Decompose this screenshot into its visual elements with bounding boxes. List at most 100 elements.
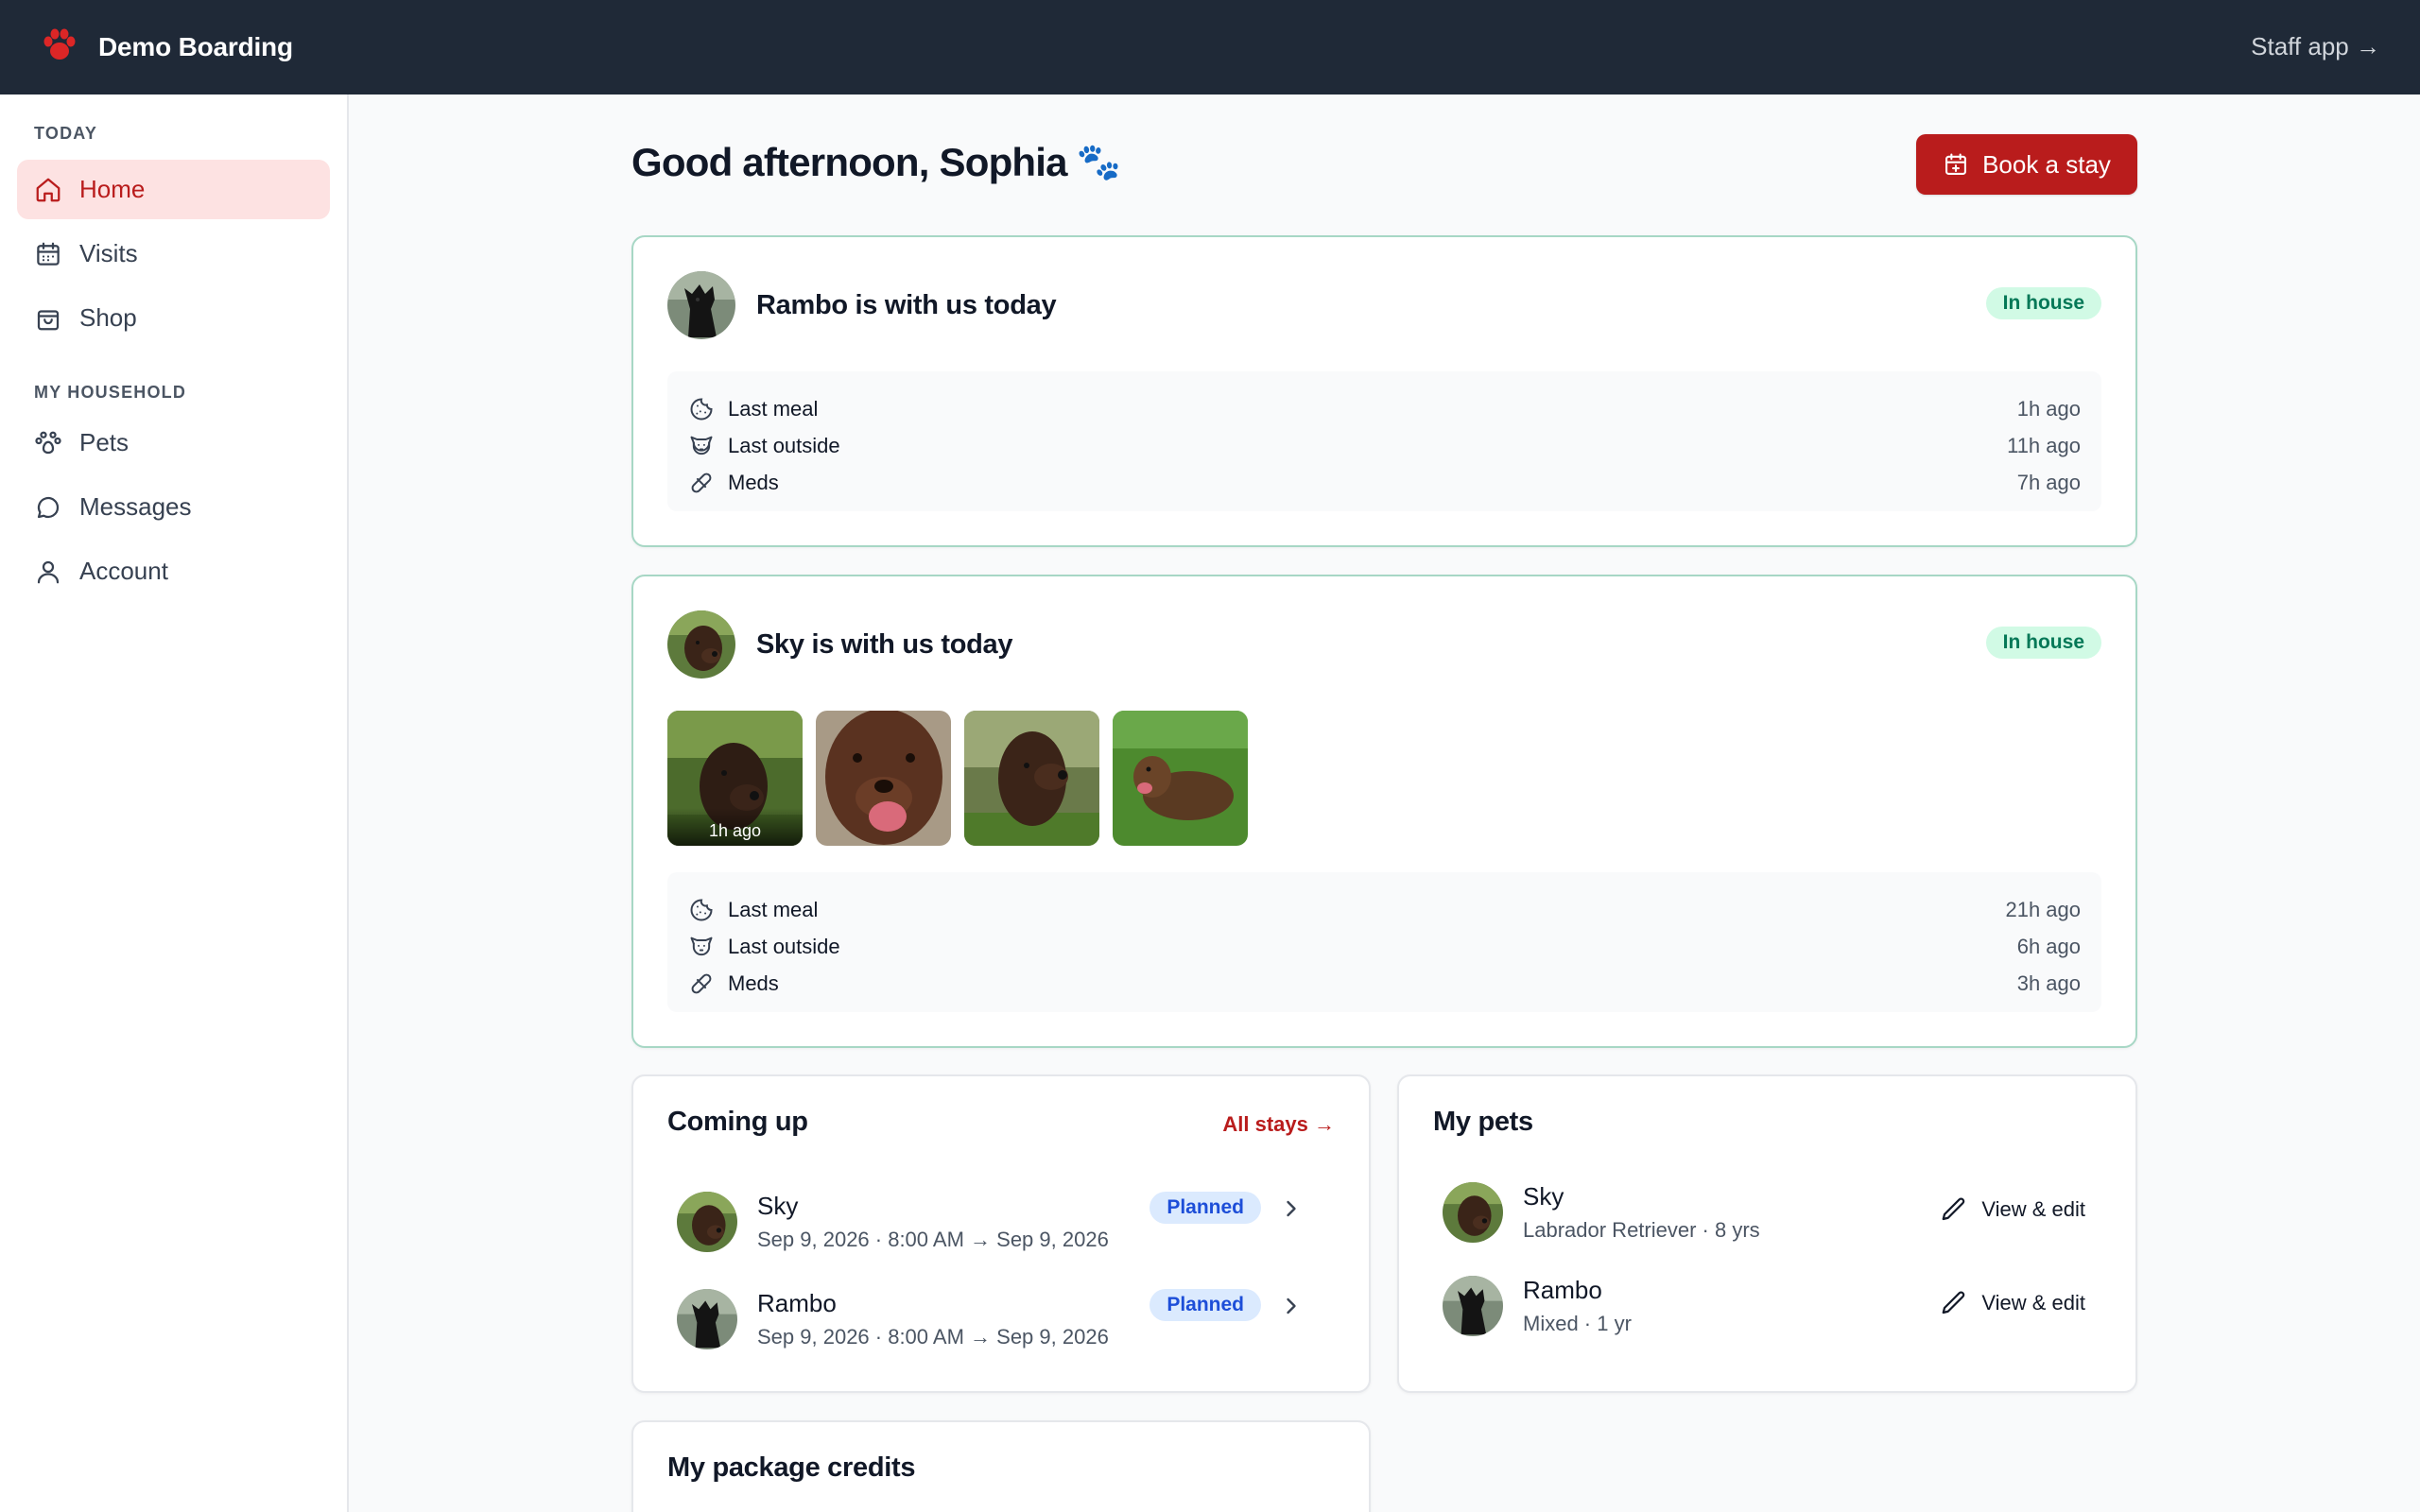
status-badge: In house (1985, 627, 2101, 659)
brand-name: Demo Boarding (98, 32, 293, 61)
stay-dates: Sep 9, 2026 · 8:00 AM → Sep 9, 2026 (757, 1325, 1109, 1349)
cookie-icon (690, 398, 713, 420)
pet-name: Rambo (1523, 1276, 1602, 1304)
view-edit-button[interactable]: View & edit (1940, 1289, 2085, 1317)
sidebar-item-pets[interactable]: Pets (17, 413, 330, 472)
photo-caption: 1h ago (667, 808, 803, 846)
pencil-icon (1942, 1197, 1965, 1221)
sidebar-item-label: Home (79, 175, 146, 203)
stay-title: Sky is with us today (756, 628, 1013, 660)
stat-label: Last outside (728, 433, 840, 457)
sky-avatar (667, 610, 735, 679)
sidebar-item-label: Account (79, 557, 168, 585)
shopping-bag-icon (37, 309, 60, 330)
status-badge: Planned (1150, 1289, 1261, 1321)
calendar-plus-icon (1945, 153, 1967, 175)
stat-meds: Meds 7h ago (688, 464, 2081, 501)
sidebar-item-home[interactable]: Home (17, 160, 330, 219)
stat-last-meal: Last meal 1h ago (688, 390, 2081, 427)
stat-value: 21h ago (2005, 897, 2081, 921)
sidebar-section-household: MY HOUSEHOLD (34, 383, 187, 402)
stat-label: Last meal (728, 396, 819, 421)
pencil-icon (1942, 1291, 1965, 1314)
photo-thumbnail[interactable]: 1h ago (667, 711, 803, 846)
sidebar: TODAY Home Visits Shop MY HOUSEHOLD Pets… (0, 94, 349, 1512)
photo-gallery: 1h ago (667, 711, 1248, 846)
card-header: Rambo is with us today (667, 271, 1057, 339)
all-stays-link[interactable]: All stays → (1222, 1112, 1335, 1137)
stat-value: 3h ago (2016, 971, 2081, 995)
sidebar-item-label: Messages (79, 492, 192, 521)
book-stay-label: Book a stay (1982, 149, 2111, 179)
photo-thumbnail[interactable] (964, 711, 1099, 846)
list-item[interactable]: Rambo Sep 9, 2026 · 8:00 AM → Sep 9, 202… (677, 1281, 1320, 1357)
status-badge: In house (1985, 287, 2101, 319)
user-icon (37, 560, 60, 583)
pill-icon (691, 973, 712, 993)
paw-logo-icon (42, 28, 78, 67)
brand[interactable]: Demo Boarding (42, 28, 293, 67)
stay-card-sky: Sky is with us today In house 1h ago Las… (631, 575, 2137, 1048)
sidebar-item-label: Shop (79, 303, 137, 332)
rambo-avatar (677, 1289, 737, 1349)
pet-item-sky: Sky Labrador Retriever · 8 yrs View & ed… (1443, 1182, 2095, 1258)
stat-value: 11h ago (2007, 433, 2081, 457)
dog-icon (690, 436, 713, 455)
view-edit-button[interactable]: View & edit (1940, 1195, 2085, 1224)
stat-value: 7h ago (2016, 470, 2081, 494)
section-title: My pets (1433, 1107, 1533, 1137)
my-pets-card: My pets Sky Labrador Retriever · 8 yrs V… (1397, 1074, 2137, 1393)
care-stats: Last meal 21h ago Last outside 6h ago Me… (667, 872, 2101, 1012)
top-bar: Demo Boarding Staff app → (0, 0, 2420, 94)
chat-icon (37, 496, 60, 518)
stat-value: 6h ago (2016, 934, 2081, 958)
chevron-right-icon (1287, 1200, 1296, 1217)
sidebar-item-visits[interactable]: Visits (17, 224, 330, 284)
stat-label: Last outside (728, 934, 840, 958)
calendar-icon (37, 242, 60, 266)
view-edit-label: View & edit (1981, 1291, 2085, 1314)
sidebar-item-label: Pets (79, 428, 130, 456)
section-title: My package credits (667, 1452, 916, 1483)
sky-avatar (1443, 1182, 1503, 1243)
card-header: Sky is with us today (667, 610, 1012, 679)
package-credits-card: My package credits (631, 1420, 1371, 1512)
stat-label: Meds (728, 971, 779, 995)
photo-thumbnail[interactable] (1113, 711, 1248, 846)
paw-emoji: 🐾 (1076, 143, 1121, 182)
rambo-avatar (1443, 1276, 1503, 1336)
care-stats: Last meal 1h ago Last outside 11h ago Me… (667, 371, 2101, 511)
sidebar-item-account[interactable]: Account (17, 541, 330, 601)
stay-card-rambo: Rambo is with us today In house Last mea… (631, 235, 2137, 547)
home-icon (36, 178, 60, 201)
dog-icon (690, 936, 713, 955)
book-stay-button[interactable]: Book a stay (1916, 134, 2137, 195)
sidebar-item-label: Visits (79, 239, 138, 267)
chevron-right-icon (1287, 1297, 1296, 1314)
paw-icon (35, 431, 61, 454)
coming-up-card: Coming up All stays → Sky Sep 9, 2026 · … (631, 1074, 1371, 1393)
cookie-icon (690, 899, 713, 920)
status-badge: Planned (1150, 1192, 1261, 1224)
stat-label: Last meal (728, 897, 819, 921)
sidebar-item-messages[interactable]: Messages (17, 477, 330, 537)
greeting-text: Good afternoon, Sophia (631, 140, 1068, 184)
pet-name: Sky (1523, 1182, 1564, 1211)
stat-value: 1h ago (2016, 396, 2081, 421)
rambo-avatar (667, 271, 735, 339)
stay-dates: Sep 9, 2026 · 8:00 AM → Sep 9, 2026 (757, 1228, 1109, 1251)
pet-item-rambo: Rambo Mixed · 1 yr View & edit (1443, 1276, 2095, 1351)
pet-details: Labrador Retriever · 8 yrs (1523, 1218, 1760, 1242)
stay-title: Rambo is with us today (756, 289, 1057, 320)
view-edit-label: View & edit (1981, 1197, 2085, 1221)
stat-last-outside: Last outside 6h ago (688, 928, 2081, 965)
stat-last-meal: Last meal 21h ago (688, 891, 2081, 928)
staff-app-link[interactable]: Staff app → (2251, 32, 2380, 61)
sidebar-item-shop[interactable]: Shop (17, 288, 330, 348)
stat-meds: Meds 3h ago (688, 965, 2081, 1002)
pet-name: Sky (757, 1192, 799, 1220)
list-item[interactable]: Sky Sep 9, 2026 · 8:00 AM → Sep 9, 2026 … (677, 1184, 1320, 1260)
photo-thumbnail[interactable] (816, 711, 951, 846)
section-title: Coming up (667, 1107, 808, 1137)
stat-label: Meds (728, 470, 779, 494)
